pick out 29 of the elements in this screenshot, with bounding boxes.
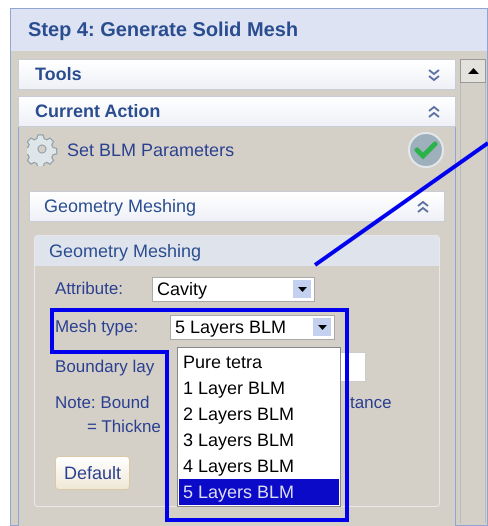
note-text: tance — [350, 392, 392, 414]
mesh-type-dropdown[interactable]: 5 Layers BLM — [170, 314, 335, 340]
scroll-up-button[interactable] — [460, 59, 486, 83]
dropdown-option[interactable]: Pure tetra — [179, 349, 339, 375]
dropdown-option[interactable]: 4 Layers BLM — [179, 453, 339, 479]
caret-icon — [318, 324, 326, 330]
expand-icon — [427, 68, 441, 82]
group-title: Geometry Meshing — [49, 240, 202, 263]
panel-title: Step 4: Generate Solid Mesh — [28, 18, 298, 43]
dropdown-option[interactable]: 2 Layers BLM — [179, 401, 339, 427]
field-label: Boundary lay — [55, 356, 154, 378]
up-arrow-icon — [468, 68, 478, 74]
collapse-icon — [416, 200, 430, 214]
dropdown-option[interactable]: 3 Layers BLM — [179, 427, 339, 453]
dropdown-option[interactable]: 5 Layers BLM — [179, 479, 339, 505]
attribute-dropdown[interactable]: Cavity — [152, 276, 315, 302]
field-label: Attribute: — [55, 278, 124, 300]
default-button[interactable]: Default — [55, 456, 130, 490]
dropdown-option[interactable]: 1 Layer BLM — [179, 375, 339, 401]
caret-icon — [298, 286, 306, 292]
action-label: Set BLM Parameters — [67, 138, 234, 162]
note-text: = Thickne — [87, 417, 161, 436]
section-header[interactable]: Current Action — [18, 96, 456, 127]
note-text: Note: Bound — [55, 392, 150, 414]
section-header[interactable]: Tools — [18, 59, 456, 90]
collapse-icon — [427, 104, 441, 118]
section-header[interactable]: Geometry Meshing — [29, 191, 445, 222]
field-label: Mesh type: — [55, 316, 140, 338]
gear-icon — [27, 134, 59, 166]
